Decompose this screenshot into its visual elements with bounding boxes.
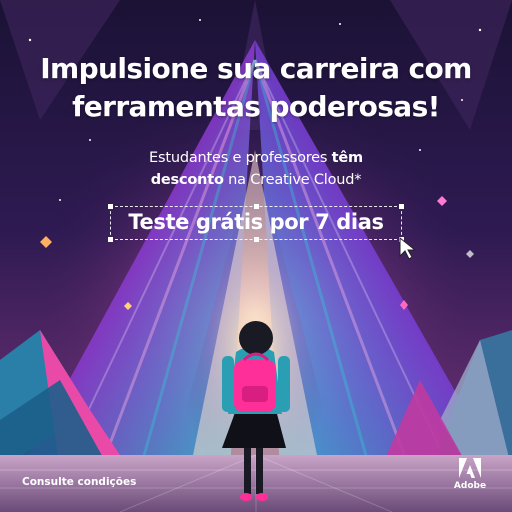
subheadline-line-1: Estudantes e professores têm (0, 147, 512, 169)
selection-handle-top-middle (254, 204, 259, 209)
headline: Impulsione sua carreira com ferramentas … (0, 50, 512, 126)
headline-line-1: Impulsione sua carreira com (40, 52, 472, 85)
selection-handle-bottom-middle (254, 237, 259, 242)
subheadline-bold-2: desconto (150, 172, 224, 188)
terms-link[interactable]: Consulte condições (22, 476, 136, 488)
ad-banner[interactable]: Impulsione sua carreira com ferramentas … (0, 0, 512, 512)
subheadline-text-2: na Creative Cloud* (223, 172, 362, 188)
selection-handle-top-right (399, 204, 404, 209)
headline-line-2: ferramentas poderosas! (72, 90, 440, 123)
selection-handle-top-left (108, 204, 113, 209)
subheadline: Estudantes e professores têm desconto na… (0, 147, 512, 191)
subheadline-bold-1: têm (331, 150, 363, 166)
brand-name: Adobe (453, 481, 487, 491)
adobe-logo[interactable]: Adobe (450, 458, 490, 498)
free-trial-button[interactable]: Teste grátis por 7 dias (108, 204, 404, 242)
cursor-arrow-icon (398, 236, 418, 260)
subheadline-line-2: desconto na Creative Cloud* (0, 169, 512, 191)
selection-handle-bottom-left (108, 237, 113, 242)
adobe-logo-icon (459, 458, 481, 478)
subheadline-text-1: Estudantes e professores (149, 150, 332, 166)
free-trial-button-label: Teste grátis por 7 dias (128, 210, 384, 234)
